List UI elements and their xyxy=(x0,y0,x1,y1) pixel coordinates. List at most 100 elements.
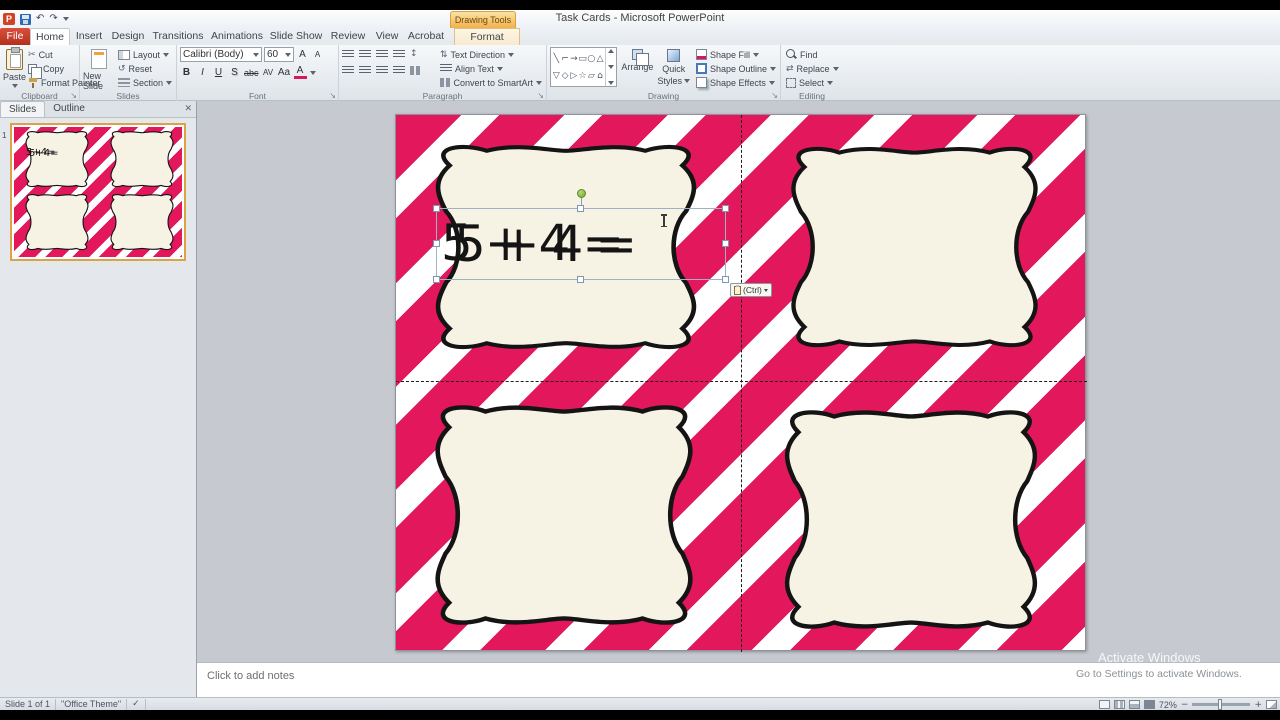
task-card-top-right[interactable] xyxy=(766,143,1063,351)
align-text-button[interactable]: Align Text xyxy=(438,62,544,75)
tab-view[interactable]: View xyxy=(370,28,404,45)
decrease-indent-icon[interactable] xyxy=(376,49,388,59)
shape-elbow-icon[interactable]: ⌐ xyxy=(561,54,569,64)
font-size-combo[interactable]: 60 xyxy=(264,47,294,62)
line-spacing-icon[interactable]: ↕ xyxy=(410,49,418,59)
strikethrough-button[interactable]: abc xyxy=(244,68,259,78)
select-button[interactable]: Select xyxy=(784,76,841,89)
find-button[interactable]: Find xyxy=(784,48,841,61)
reading-view-button[interactable] xyxy=(1128,700,1140,709)
character-spacing-button[interactable]: AV xyxy=(262,68,275,77)
shape-house-icon[interactable]: ⌂ xyxy=(597,71,603,81)
normal-view-button[interactable] xyxy=(1098,700,1110,709)
undo-icon[interactable]: ↶ xyxy=(36,13,44,25)
font-name-combo[interactable]: Calibri (Body) xyxy=(180,47,262,62)
selected-text-box[interactable]: 5 + 4 = 5 + 4 = xyxy=(433,189,729,283)
shapes-gallery-scrollbar[interactable] xyxy=(605,48,616,86)
zoom-level[interactable]: 72% xyxy=(1159,700,1177,710)
qat-customize-icon[interactable] xyxy=(62,17,69,21)
shape-oval-icon[interactable]: ○ xyxy=(587,54,595,64)
bullets-icon[interactable] xyxy=(342,49,354,59)
columns-icon[interactable] xyxy=(410,65,422,75)
quick-styles-button[interactable]: Quick Styles xyxy=(657,47,690,89)
gallery-scroll-up-icon[interactable] xyxy=(608,49,615,53)
zoom-slider[interactable] xyxy=(1192,699,1251,710)
selection-handle-se[interactable] xyxy=(722,276,729,283)
tab-slide-show[interactable]: Slide Show xyxy=(266,28,326,45)
close-pane-icon[interactable]: ✕ xyxy=(184,104,192,114)
fit-to-window-button[interactable] xyxy=(1266,700,1277,709)
slideshow-view-button[interactable] xyxy=(1143,700,1155,709)
shape-arrow-icon[interactable]: → xyxy=(570,54,578,64)
convert-to-smartart-button[interactable]: Convert to SmartArt xyxy=(438,76,544,89)
gallery-more-icon[interactable] xyxy=(608,81,615,85)
selection-handle-e[interactable] xyxy=(722,240,729,247)
slide-thumbnail[interactable]: 5+4= 5+4= xyxy=(10,123,186,261)
selection-handle-sw[interactable] xyxy=(433,276,440,283)
horizontal-guide[interactable] xyxy=(396,381,1087,382)
selection-handle-nw[interactable] xyxy=(433,205,440,212)
increase-indent-icon[interactable] xyxy=(393,49,405,59)
paragraph-dialog-launcher-icon[interactable]: ↘ xyxy=(537,92,544,100)
tab-insert[interactable]: Insert xyxy=(70,28,108,45)
tab-transitions[interactable]: Transitions xyxy=(148,28,208,45)
align-right-icon[interactable] xyxy=(376,65,388,75)
layout-button[interactable]: Layout xyxy=(116,48,174,61)
arrange-button[interactable]: Arrange xyxy=(621,47,653,89)
tab-review[interactable]: Review xyxy=(326,28,370,45)
gallery-scroll-down-icon[interactable] xyxy=(608,65,615,69)
shape-fill-button[interactable]: Shape Fill xyxy=(694,48,778,61)
grow-font-button[interactable]: A xyxy=(296,49,309,60)
shape-rectangle-icon[interactable]: ▭ xyxy=(578,54,587,64)
save-icon[interactable] xyxy=(20,13,31,25)
change-case-button[interactable]: Aa xyxy=(278,67,291,78)
redo-icon[interactable]: ↷ xyxy=(49,13,57,25)
align-center-icon[interactable] xyxy=(359,65,371,75)
font-dialog-launcher-icon[interactable]: ↘ xyxy=(329,92,336,100)
zoom-out-button[interactable]: − xyxy=(1181,700,1189,710)
paste-options-button[interactable]: (Ctrl) xyxy=(730,283,772,297)
tab-file[interactable]: File xyxy=(0,28,30,45)
spell-check-icon[interactable]: ✓ xyxy=(127,698,146,710)
tab-animations[interactable]: Animations xyxy=(208,28,266,45)
rotate-handle[interactable] xyxy=(577,189,586,198)
shape-triangle-icon[interactable]: △ xyxy=(597,54,604,64)
bold-button[interactable]: B xyxy=(180,67,193,78)
shape-parallelogram-icon[interactable]: ▱ xyxy=(588,71,595,81)
shape-effects-button[interactable]: Shape Effects xyxy=(694,76,778,89)
tab-home[interactable]: Home xyxy=(30,28,70,45)
zoom-slider-thumb[interactable] xyxy=(1218,699,1223,710)
text-shadow-button[interactable]: S xyxy=(228,67,241,78)
tab-slides-pane[interactable]: Slides xyxy=(0,101,46,117)
section-button[interactable]: Section xyxy=(116,76,174,89)
font-color-button[interactable]: A xyxy=(293,66,307,79)
vertical-guide[interactable] xyxy=(741,115,742,652)
shapes-gallery[interactable]: ╲ ⌐ → ▭ ○ △ ▽ ◇ ▷ ☆ ▱ ⌂ xyxy=(550,47,618,87)
selection-handle-w[interactable] xyxy=(433,240,440,247)
underline-button[interactable]: U xyxy=(212,67,225,78)
slide-sorter-view-button[interactable] xyxy=(1113,700,1125,709)
shape-triangle-down-icon[interactable]: ▽ xyxy=(553,71,560,81)
task-card-bottom-left[interactable] xyxy=(409,401,719,629)
font-color-dropdown-icon[interactable] xyxy=(309,70,316,75)
selection-handle-s[interactable] xyxy=(577,276,584,283)
drawing-dialog-launcher-icon[interactable]: ↘ xyxy=(771,92,778,100)
paste-button[interactable]: Paste xyxy=(3,47,26,89)
numbering-icon[interactable] xyxy=(359,49,371,59)
italic-button[interactable]: I xyxy=(196,67,209,78)
task-card-bottom-right[interactable] xyxy=(759,406,1063,633)
replace-button[interactable]: ⇄ Replace xyxy=(784,62,841,75)
zoom-in-button[interactable]: + xyxy=(1254,700,1262,710)
shrink-font-button[interactable]: A xyxy=(311,50,324,59)
justify-icon[interactable] xyxy=(393,65,405,75)
clipboard-dialog-launcher-icon[interactable]: ↘ xyxy=(70,92,77,100)
tab-acrobat[interactable]: Acrobat xyxy=(404,28,448,45)
align-left-icon[interactable] xyxy=(342,65,354,75)
shape-line-icon[interactable]: ╲ xyxy=(554,54,559,64)
selection-handle-ne[interactable] xyxy=(722,205,729,212)
reset-button[interactable]: ↺ Reset xyxy=(116,62,174,75)
shape-star-icon[interactable]: ☆ xyxy=(579,71,587,81)
text-direction-button[interactable]: ⇅ Text Direction xyxy=(438,48,544,61)
selection-handle-n[interactable] xyxy=(577,205,584,212)
shape-triangle-right-icon[interactable]: ▷ xyxy=(570,71,577,81)
